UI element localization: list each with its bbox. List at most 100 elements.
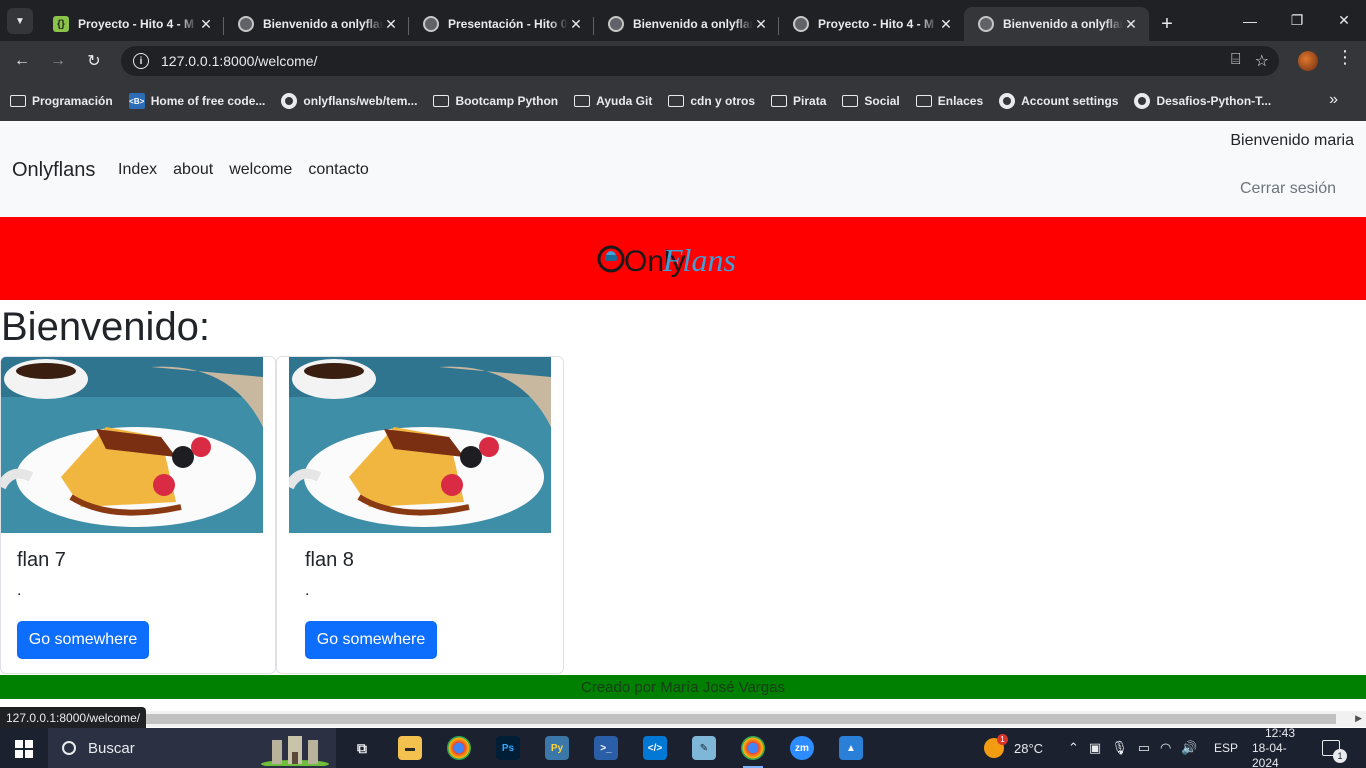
- nav-link-welcome[interactable]: welcome: [229, 161, 292, 179]
- tab-5[interactable]: Proyecto - Hito 4 - M ✕: [779, 7, 964, 41]
- tab-title: Presentación - Hito 0: [448, 17, 568, 31]
- minimize-button[interactable]: —: [1226, 0, 1274, 41]
- folder-icon: [668, 93, 685, 109]
- windows-start-icon[interactable]: [15, 740, 33, 758]
- scrollbar-thumb[interactable]: [0, 714, 1336, 724]
- flan-card: flan 7 . Go somewhere: [0, 356, 276, 674]
- powershell-icon[interactable]: >_: [594, 736, 618, 760]
- go-somewhere-button[interactable]: Go somewhere: [17, 621, 149, 659]
- address-bar[interactable]: i 127.0.0.1:8000/welcome/ ⌸ ☆: [121, 46, 1279, 76]
- close-icon[interactable]: ✕: [568, 16, 584, 33]
- language-indicator[interactable]: ESP: [1214, 728, 1238, 768]
- url-text[interactable]: 127.0.0.1:8000/welcome/: [161, 53, 317, 69]
- bookmark-label: Account settings: [1021, 94, 1119, 108]
- tab-title: Bienvenido a onlyflans: [633, 17, 753, 31]
- bookmark-star-icon[interactable]: ☆: [1255, 51, 1269, 71]
- temperature: 28°C: [1014, 740, 1044, 756]
- wifi-icon[interactable]: ◠: [1160, 740, 1171, 756]
- notification-center[interactable]: 1: [1322, 728, 1347, 768]
- new-tab-button[interactable]: +: [1149, 7, 1185, 41]
- hero-banner: Only Flans: [0, 217, 1366, 300]
- bookmark-item[interactable]: Bootcamp Python: [433, 93, 558, 109]
- bookmark-item[interactable]: Account settings: [999, 93, 1118, 109]
- card-title: flan 7: [17, 549, 66, 571]
- nav-link-index[interactable]: Index: [118, 161, 157, 179]
- chevron-up-icon[interactable]: ⌃: [1068, 740, 1079, 756]
- weather-widget[interactable]: 1 28°C: [984, 728, 1043, 768]
- close-icon[interactable]: ✕: [938, 16, 954, 33]
- file-explorer-icon[interactable]: ▬: [398, 736, 422, 760]
- close-icon[interactable]: ✕: [1123, 16, 1139, 33]
- microphone-icon[interactable]: 🎙: [1111, 740, 1128, 756]
- restore-button[interactable]: ❐: [1273, 0, 1321, 41]
- task-view-icon[interactable]: ⧉: [350, 736, 374, 760]
- globe-icon: [608, 16, 624, 32]
- navbar-brand[interactable]: Onlyflans: [12, 159, 95, 182]
- status-url-bubble: 127.0.0.1:8000/welcome/: [0, 707, 147, 728]
- bookmark-item[interactable]: Programación: [10, 93, 113, 109]
- bookmark-label: Bootcamp Python: [455, 94, 559, 108]
- tab-title: Bienvenido a onlyflans: [1003, 17, 1123, 31]
- chrome-active-icon[interactable]: [741, 736, 765, 768]
- logout-link[interactable]: Cerrar sesión: [1240, 180, 1336, 198]
- system-tray: ⌃ ▣ 🎙 ▭ ◠ 🔊: [1068, 728, 1198, 768]
- zoom-icon[interactable]: zm: [790, 736, 814, 760]
- weather-badge: 1: [997, 734, 1008, 745]
- forward-button[interactable]: →: [44, 47, 72, 75]
- card-text: .: [17, 582, 22, 599]
- battery-icon[interactable]: ▭: [1138, 740, 1150, 756]
- menu-kebab-icon[interactable]: ⋮: [1336, 47, 1354, 68]
- close-icon[interactable]: ✕: [198, 16, 214, 33]
- go-somewhere-button[interactable]: Go somewhere: [305, 621, 437, 659]
- close-window-button[interactable]: ✕: [1320, 0, 1366, 41]
- horizontal-scrollbar[interactable]: ▶: [0, 711, 1366, 727]
- clock-time: 12:43: [1264, 725, 1296, 740]
- meet-now-icon[interactable]: ▣: [1089, 740, 1101, 756]
- globe-icon: [978, 16, 994, 32]
- site-info-icon[interactable]: i: [133, 53, 149, 69]
- bookmark-label: onlyflans/web/tem...: [303, 94, 418, 108]
- globe-icon: [423, 16, 439, 32]
- tab-title: Proyecto - Hito 4 - M: [78, 17, 195, 31]
- search-label: Buscar: [88, 739, 135, 757]
- tab-4[interactable]: Bienvenido a onlyflans ✕: [594, 7, 779, 41]
- nav-link-contacto[interactable]: contacto: [308, 161, 368, 179]
- bookmark-item[interactable]: Social: [842, 93, 900, 109]
- bookmark-label: Desafios-Python-T...: [1156, 94, 1272, 108]
- tab-title: Bienvenido a onlyflans: [263, 17, 383, 31]
- reload-button[interactable]: ↻: [80, 47, 108, 75]
- github-icon: [999, 93, 1016, 109]
- bookmark-item[interactable]: Pirata: [771, 93, 826, 109]
- nav-link-about[interactable]: about: [173, 161, 213, 179]
- photoshop-icon[interactable]: Ps: [496, 736, 520, 760]
- tab-3[interactable]: Presentación - Hito 0 ✕: [409, 7, 594, 41]
- scroll-right-arrow-icon[interactable]: ▶: [1355, 713, 1362, 724]
- bookmark-label: Enlaces: [937, 94, 984, 108]
- translate-icon[interactable]: ⌸: [1231, 51, 1241, 71]
- photos-icon[interactable]: ▲: [839, 736, 863, 760]
- bookmark-item[interactable]: onlyflans/web/tem...: [281, 93, 417, 109]
- clock[interactable]: 12:43 18-04-2024: [1252, 725, 1308, 768]
- chrome-icon[interactable]: [447, 736, 471, 760]
- chevron-right-icon[interactable]: »: [1329, 91, 1338, 109]
- bookmark-item[interactable]: Ayuda Git: [574, 93, 652, 109]
- clock-date: 18-04-2024: [1252, 740, 1287, 768]
- python-icon[interactable]: Py: [545, 736, 569, 760]
- profile-avatar[interactable]: [1298, 51, 1318, 71]
- close-icon[interactable]: ✕: [383, 16, 399, 33]
- bookmark-item[interactable]: Desafios-Python-T...: [1134, 93, 1271, 109]
- back-button[interactable]: ←: [8, 47, 36, 75]
- notepad-icon[interactable]: ✎: [692, 736, 716, 760]
- bookmark-item[interactable]: Enlaces: [915, 93, 984, 109]
- bookmark-item[interactable]: <B> Home of free code...: [128, 93, 265, 109]
- bookmark-item[interactable]: cdn y otros: [668, 93, 755, 109]
- tab-2[interactable]: Bienvenido a onlyflans ✕: [224, 7, 409, 41]
- volume-icon[interactable]: 🔊: [1181, 740, 1197, 756]
- tab-6-active[interactable]: Bienvenido a onlyflans ✕: [964, 7, 1149, 41]
- tab-1[interactable]: {} Proyecto - Hito 4 - M ✕: [39, 7, 224, 41]
- tab-search-button[interactable]: ▼: [7, 8, 33, 34]
- site-navbar: Onlyflans Index about welcome contacto B…: [0, 121, 1366, 217]
- close-icon[interactable]: ✕: [753, 16, 769, 33]
- vscode-icon[interactable]: </>: [643, 736, 667, 760]
- flan-image: [289, 357, 551, 533]
